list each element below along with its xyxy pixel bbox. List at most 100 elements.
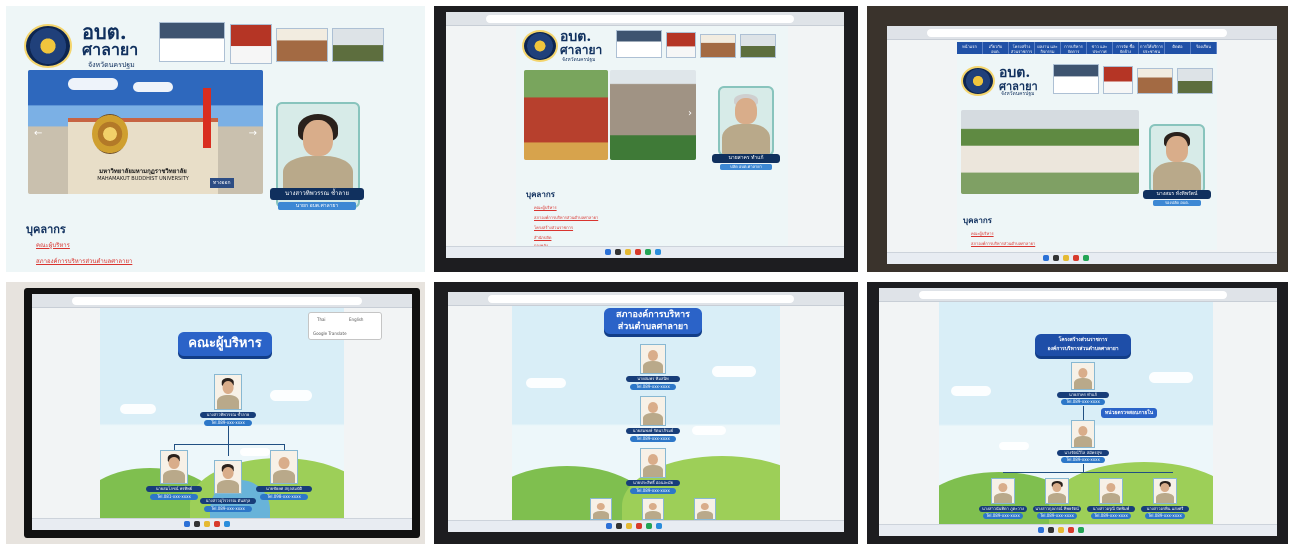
folder-icon[interactable] bbox=[625, 249, 632, 255]
profile-card[interactable] bbox=[718, 86, 774, 156]
browser-icon[interactable] bbox=[655, 249, 662, 255]
app-icon[interactable] bbox=[645, 249, 652, 255]
search-icon[interactable] bbox=[1053, 255, 1059, 261]
folder-icon[interactable] bbox=[1058, 527, 1065, 533]
link-executives[interactable]: คณะผู้บริหาร bbox=[534, 204, 557, 211]
obt-seal-icon bbox=[961, 66, 995, 96]
link-structure[interactable]: โครงสร้างส่วนราชการ bbox=[534, 224, 573, 231]
hero-photo-temple bbox=[524, 70, 608, 160]
photo-grid: อบต. ศาลายา จังหวัดนครปฐม มหาวิทยาลัยมหา… bbox=[0, 0, 1295, 549]
link-office[interactable]: สำนักปลัด bbox=[534, 234, 551, 241]
folder-icon[interactable] bbox=[626, 523, 633, 529]
brand-sub: จังหวัดนครปฐม bbox=[1001, 91, 1035, 97]
taskbar bbox=[879, 524, 1277, 536]
face-shape bbox=[1052, 483, 1062, 493]
nav-item[interactable]: เกี่ยวกับ อบต. bbox=[983, 42, 1009, 54]
windows-icon[interactable] bbox=[606, 523, 613, 529]
hero-photo-building: › bbox=[610, 70, 696, 160]
next-arrow-icon[interactable]: › bbox=[688, 108, 692, 119]
nav-item[interactable]: หน้าแรก bbox=[957, 42, 983, 54]
hero-slider[interactable]: มหาวิทยาลัยมหามกุฏราชวิทยาลัย MAHAMAKUT … bbox=[28, 70, 263, 194]
app-icon[interactable] bbox=[636, 523, 643, 529]
address-bar[interactable] bbox=[72, 297, 362, 305]
nav-item[interactable]: การจัด ซื้อจัดจ้าง bbox=[1113, 42, 1139, 54]
search-icon[interactable] bbox=[1048, 527, 1055, 533]
org-connector bbox=[228, 444, 229, 456]
windows-icon[interactable] bbox=[1038, 527, 1045, 533]
cloud-shape bbox=[68, 78, 118, 90]
prev-arrow-icon[interactable]: ← bbox=[34, 128, 42, 139]
app-icon[interactable] bbox=[635, 249, 642, 255]
link-council[interactable]: สภาองค์การบริหารส่วนตำบลศาลายา bbox=[36, 256, 132, 266]
person-photo bbox=[214, 374, 242, 410]
taskbar-icons bbox=[606, 523, 663, 529]
uniform-shape bbox=[993, 492, 1013, 503]
uniform-shape bbox=[1047, 492, 1067, 503]
section-title: บุคลากร bbox=[526, 190, 555, 199]
next-arrow-icon[interactable]: → bbox=[249, 128, 257, 139]
link-executives[interactable]: คณะผู้บริหาร bbox=[36, 240, 70, 250]
profile-card[interactable] bbox=[1149, 124, 1205, 194]
person-name: นายสมโภชน์ พรทิพย์ bbox=[146, 486, 202, 492]
org-connector bbox=[1003, 472, 1173, 473]
app-icon[interactable] bbox=[214, 521, 220, 527]
nav-item[interactable]: โครงสร้าง ส่วนราชการ bbox=[1009, 42, 1035, 54]
browser-bar bbox=[879, 288, 1277, 302]
search-icon[interactable] bbox=[615, 249, 622, 255]
windows-icon[interactable] bbox=[184, 521, 190, 527]
address-bar[interactable] bbox=[919, 291, 1227, 299]
app-icon[interactable] bbox=[1068, 527, 1075, 533]
address-bar[interactable] bbox=[927, 29, 1227, 37]
nav-item[interactable]: ร้องเรียน bbox=[1191, 42, 1217, 54]
translate-popup[interactable]: Thai English Google Translate bbox=[308, 312, 382, 340]
profile-name: นางสาวทิพวรรณ ช้ำลาย bbox=[270, 188, 364, 200]
translate-option-english[interactable]: English bbox=[349, 317, 363, 322]
app-icon[interactable] bbox=[1078, 527, 1085, 533]
app-icon[interactable] bbox=[646, 523, 653, 529]
brand-sub: จังหวัดนครปฐม bbox=[562, 57, 596, 63]
uniform-shape bbox=[1155, 492, 1175, 503]
face-shape bbox=[648, 502, 658, 511]
browser-icon[interactable] bbox=[656, 523, 663, 529]
app-icon[interactable] bbox=[1083, 255, 1089, 261]
person-photo bbox=[640, 396, 666, 426]
folder-icon[interactable] bbox=[204, 521, 210, 527]
person-phone: Tel.089-xxx-xxxx bbox=[630, 384, 676, 390]
windows-icon[interactable] bbox=[1043, 255, 1049, 261]
app-icon[interactable] bbox=[1073, 255, 1079, 261]
uniform-shape bbox=[273, 469, 295, 483]
person-photo bbox=[642, 498, 664, 520]
profile-role: นายก อบต.ศาลายา bbox=[278, 202, 356, 210]
cloud-shape bbox=[270, 390, 312, 401]
cloud-shape bbox=[133, 82, 173, 92]
nav-item[interactable]: ผลงาน และ กิจกรรม bbox=[1035, 42, 1061, 54]
face-shape bbox=[596, 502, 606, 511]
folder-icon[interactable] bbox=[1063, 255, 1069, 261]
title-line-1: โครงสร้างส่วนราชการ bbox=[1058, 337, 1108, 343]
search-icon[interactable] bbox=[616, 523, 623, 529]
face-shape bbox=[700, 502, 710, 511]
nav-item[interactable]: การให้บริการ ประชาชน bbox=[1139, 42, 1165, 54]
face-shape bbox=[222, 466, 234, 479]
browser-bar bbox=[887, 26, 1277, 40]
org-connector bbox=[1083, 406, 1084, 420]
nav-item[interactable]: ข่าว และ ประกาศ bbox=[1087, 42, 1113, 54]
screen-1: อบต. ศาลายา จังหวัดนครปฐม มหาวิทยาลัยมหา… bbox=[6, 6, 425, 272]
person-photo bbox=[270, 450, 298, 484]
link-council[interactable]: สภาองค์การบริหารส่วนตำบลศาลายา bbox=[971, 240, 1035, 247]
search-icon[interactable] bbox=[194, 521, 200, 527]
nav-item[interactable]: การบริหาร จัดการ bbox=[1061, 42, 1087, 54]
uniform-shape bbox=[217, 394, 239, 409]
red-flag-shape bbox=[203, 88, 211, 148]
address-bar[interactable] bbox=[486, 15, 794, 23]
windows-icon[interactable] bbox=[605, 249, 612, 255]
nav-item[interactable]: ติดต่อ bbox=[1165, 42, 1191, 54]
translate-option-thai[interactable]: Thai bbox=[317, 317, 326, 322]
university-seal-icon bbox=[92, 114, 128, 154]
person-name: นายสมพงษ์ รัตนาภิรมย์ bbox=[626, 428, 680, 434]
link-council[interactable]: สภาองค์การบริหารส่วนตำบลศาลายา bbox=[534, 214, 598, 221]
browser-icon[interactable] bbox=[224, 521, 230, 527]
cloud-shape bbox=[951, 386, 991, 396]
address-bar[interactable] bbox=[488, 295, 794, 303]
link-executives[interactable]: คณะผู้บริหาร bbox=[971, 230, 994, 237]
